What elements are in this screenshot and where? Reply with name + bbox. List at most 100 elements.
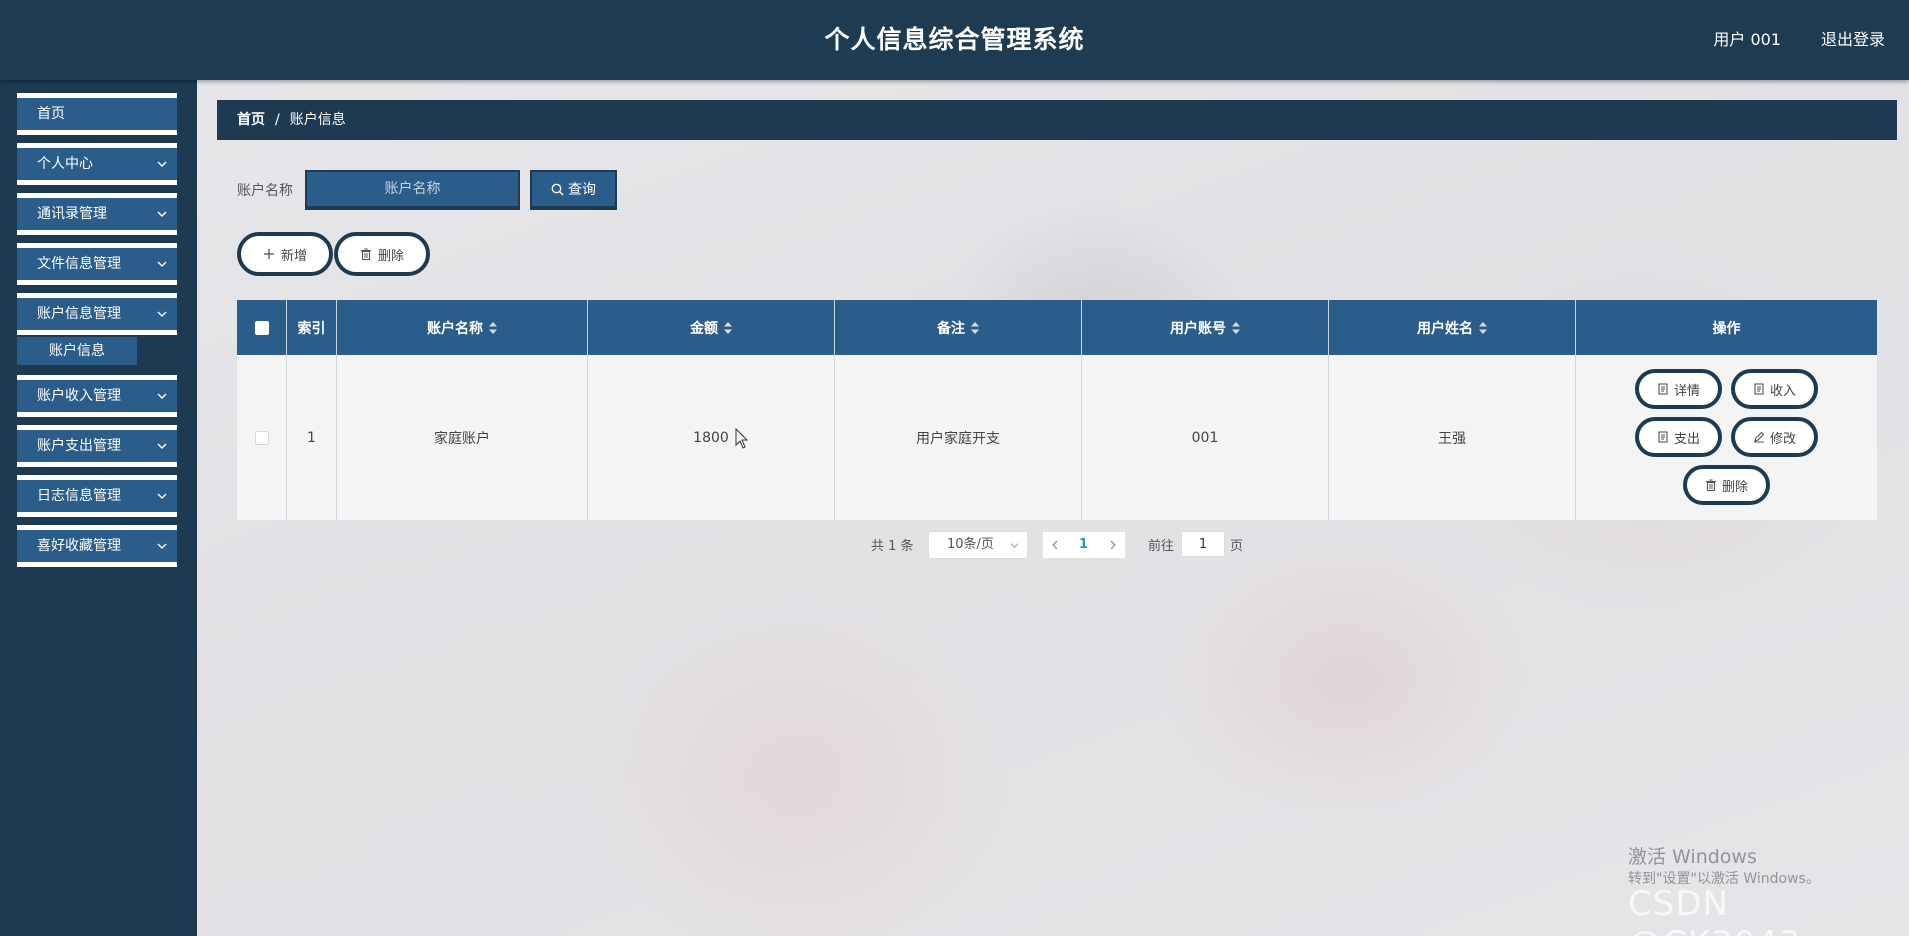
table-row: 1 家庭账户 1800 用户家庭开支 001 王强 详情 收入 支出 修改 删除 xyxy=(237,355,1877,520)
logout-link[interactable]: 退出登录 xyxy=(1821,0,1885,80)
sort-icon[interactable] xyxy=(1232,321,1240,334)
trash-icon xyxy=(1705,479,1716,491)
header-user-name[interactable]: 用户姓名 xyxy=(1329,300,1576,355)
column-header-label: 备注 xyxy=(937,320,965,337)
header-amount[interactable]: 金额 xyxy=(588,300,835,355)
search-button-label: 查询 xyxy=(568,182,596,198)
income-button-label: 收入 xyxy=(1769,383,1796,399)
chevron-left-icon[interactable] xyxy=(1049,539,1061,551)
chevron-down-icon xyxy=(157,261,167,267)
cell-index: 1 xyxy=(287,355,337,520)
batch-delete-button[interactable]: 删除 xyxy=(334,232,430,276)
windows-activation-title: 激活 Windows xyxy=(1628,846,1757,868)
chevron-down-icon xyxy=(157,161,167,167)
breadcrumb: 首页 / 账户信息 xyxy=(217,100,1897,140)
header-user-account[interactable]: 用户账号 xyxy=(1082,300,1329,355)
cell-remark: 用户家庭开支 xyxy=(835,355,1082,520)
sidebar-item-logs[interactable]: 日志信息管理 xyxy=(17,475,177,517)
income-button[interactable]: 收入 xyxy=(1731,369,1818,409)
expense-button-label: 支出 xyxy=(1673,431,1700,447)
sort-icon[interactable] xyxy=(724,321,732,334)
sort-icon[interactable] xyxy=(971,321,979,334)
sidebar-item-label: 账户信息管理 xyxy=(37,306,121,322)
account-table: 索引 账户名称 金额 备注 用户账号 用户姓名 操作 1 家庭账户 1800 用… xyxy=(237,300,1877,520)
document-icon xyxy=(1658,431,1668,443)
sidebar-item-contacts[interactable]: 通讯录管理 xyxy=(17,193,177,235)
detail-button-label: 详情 xyxy=(1673,383,1700,399)
goto-page-input[interactable] xyxy=(1181,531,1225,557)
chevron-down-icon xyxy=(157,443,167,449)
column-header-label: 用户姓名 xyxy=(1417,320,1473,337)
csdn-watermark: CSDN @CK3043 xyxy=(1628,884,1801,936)
cell-user-name: 王强 xyxy=(1329,355,1576,520)
cell-user-account: 001 xyxy=(1082,355,1329,520)
header-remark[interactable]: 备注 xyxy=(835,300,1082,355)
search-button[interactable]: 查询 xyxy=(530,170,617,210)
sidebar-item-label: 文件信息管理 xyxy=(37,256,121,272)
select-all-checkbox[interactable] xyxy=(254,320,269,335)
trash-icon xyxy=(360,248,371,260)
sort-icon[interactable] xyxy=(489,321,497,334)
sidebar-item-account-expense[interactable]: 账户支出管理 xyxy=(17,425,177,467)
chevron-down-icon xyxy=(157,211,167,217)
app-title: 个人信息综合管理系统 xyxy=(824,25,1085,54)
sidebar-item-label: 日志信息管理 xyxy=(37,488,121,504)
page-size-select[interactable]: 10条/页 xyxy=(928,531,1028,559)
row-select-cell[interactable] xyxy=(237,355,287,520)
add-button[interactable]: 新增 xyxy=(237,232,333,276)
row-delete-button-label: 删除 xyxy=(1721,479,1748,495)
column-header-label: 索引 xyxy=(297,320,326,337)
edit-button[interactable]: 修改 xyxy=(1731,417,1818,457)
document-icon xyxy=(1754,383,1764,395)
pagination-total: 共 1 条 xyxy=(871,539,914,554)
header-index: 索引 xyxy=(287,300,337,355)
cell-account-name: 家庭账户 xyxy=(337,355,588,520)
sidebar-subitem-account-info[interactable]: 账户信息 xyxy=(17,337,137,365)
sidebar-item-label: 个人中心 xyxy=(37,156,93,172)
plus-icon xyxy=(263,249,274,259)
sidebar-item-personal-center[interactable]: 个人中心 xyxy=(17,143,177,185)
sidebar-subitem-label: 账户信息 xyxy=(49,343,105,359)
page-number-current[interactable]: 1 xyxy=(1079,532,1088,558)
search-label: 账户名称 xyxy=(237,183,293,199)
breadcrumb-current: 账户信息 xyxy=(289,112,346,128)
chevron-down-icon xyxy=(157,393,167,399)
mouse-cursor-icon xyxy=(735,428,749,449)
header-select-all[interactable] xyxy=(237,300,287,355)
header-operations: 操作 xyxy=(1576,300,1877,355)
sidebar-item-home[interactable]: 首页 xyxy=(17,93,177,135)
chevron-down-icon xyxy=(157,543,167,549)
current-user: 用户 001 xyxy=(1713,30,1781,49)
table-header: 索引 账户名称 金额 备注 用户账号 用户姓名 操作 xyxy=(237,300,1877,355)
sidebar-item-account-income[interactable]: 账户收入管理 xyxy=(17,375,177,417)
document-icon xyxy=(1658,383,1668,395)
header-account-name[interactable]: 账户名称 xyxy=(337,300,588,355)
goto-suffix: 页 xyxy=(1230,539,1244,554)
row-checkbox[interactable] xyxy=(254,430,269,445)
chevron-down-icon xyxy=(1010,543,1019,549)
detail-button[interactable]: 详情 xyxy=(1635,369,1722,409)
sidebar-item-favorites[interactable]: 喜好收藏管理 xyxy=(17,525,177,567)
sort-icon[interactable] xyxy=(1479,321,1487,334)
batch-delete-button-label: 删除 xyxy=(377,248,404,264)
sidebar-item-label: 通讯录管理 xyxy=(37,206,107,222)
column-header-label: 金额 xyxy=(690,320,718,337)
top-header: 个人信息综合管理系统 用户 001 退出登录 xyxy=(0,0,1909,80)
sidebar-item-label: 账户支出管理 xyxy=(37,438,121,454)
account-name-search-input[interactable] xyxy=(305,170,520,210)
sidebar-item-label: 喜好收藏管理 xyxy=(37,538,121,554)
row-delete-button[interactable]: 删除 xyxy=(1683,465,1770,505)
chevron-down-icon xyxy=(157,493,167,499)
search-icon xyxy=(551,183,564,195)
edit-button-label: 修改 xyxy=(1769,431,1796,447)
column-header-label: 用户账号 xyxy=(1170,320,1226,337)
chevron-right-icon[interactable] xyxy=(1107,539,1119,551)
add-button-label: 新增 xyxy=(280,248,307,264)
breadcrumb-home[interactable]: 首页 xyxy=(237,112,265,128)
breadcrumb-separator: / xyxy=(275,112,280,128)
sidebar-item-files[interactable]: 文件信息管理 xyxy=(17,243,177,285)
expense-button[interactable]: 支出 xyxy=(1635,417,1722,457)
goto-label: 前往 xyxy=(1148,539,1175,554)
sidebar-item-label: 账户收入管理 xyxy=(37,388,121,404)
sidebar-item-account-info[interactable]: 账户信息管理 xyxy=(17,293,177,335)
